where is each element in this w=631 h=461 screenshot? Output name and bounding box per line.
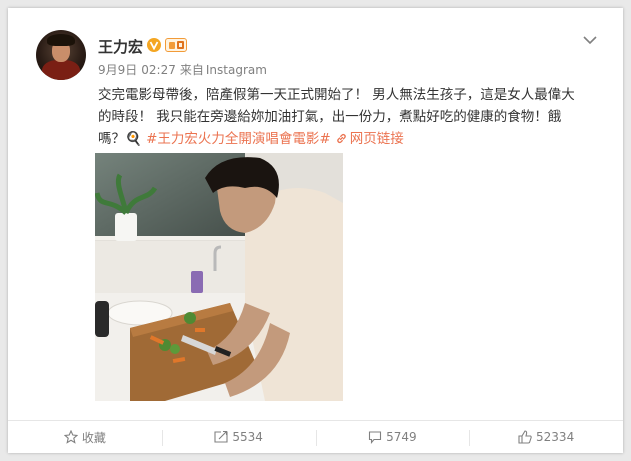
hashtag-link[interactable]: #王力宏火力全開演唱會電影# (146, 131, 331, 147)
source-prefix: 来自 (179, 63, 204, 77)
post-line-3-text: 嗎？🍳 (98, 131, 147, 147)
repost-button[interactable]: 5534 (161, 421, 316, 453)
verified-icon[interactable] (147, 38, 161, 52)
post-line-3: 嗎？🍳 #王力宏火力全開演唱會電影# 网页链接 (98, 128, 608, 150)
post-time[interactable]: 02:27 (141, 63, 176, 77)
favorite-button[interactable]: 收藏 (8, 421, 162, 453)
post-photo[interactable] (95, 153, 343, 401)
link-icon (336, 133, 346, 144)
web-link[interactable]: 网页链接 (350, 131, 404, 147)
vip-icon[interactable] (165, 38, 187, 52)
post-meta: 9月9日 02:27 来自 Instagram (98, 61, 271, 78)
favorite-label: 收藏 (81, 430, 106, 445)
post-text: 交完電影母帶後，陪產假第一天正式開始了！ 男人無法生孩子，這是女人最偉大 的時段… (98, 84, 608, 150)
avatar[interactable] (36, 30, 86, 80)
post-line-1: 交完電影母帶後，陪產假第一天正式開始了！ 男人無法生孩子，這是女人最偉大 (98, 87, 575, 103)
star-icon (63, 430, 78, 444)
like-count: 52334 (536, 430, 575, 444)
comment-icon (369, 431, 382, 444)
chevron-down-icon[interactable] (582, 32, 598, 48)
weibo-post-card: 王力宏 9月9日 02:27 来自 Instagram 交完電影母帶後，陪產假第一天正… (8, 8, 623, 453)
username[interactable]: 王力宏 (98, 36, 143, 57)
post-line-2: 的時段！ 我只能在旁邊給妳加油打氣，出一份力，煮點好吃的健康的食物！餓 (98, 109, 562, 125)
repost-count: 5534 (232, 430, 263, 444)
post-source[interactable]: Instagram (206, 63, 267, 77)
thumbs-up-icon (518, 430, 532, 444)
action-bar: 收藏 5534 5749 52334 (8, 420, 623, 453)
comment-count: 5749 (386, 430, 417, 444)
post-date[interactable]: 9月9日 (98, 63, 137, 77)
repost-icon (214, 430, 228, 443)
like-button[interactable]: 52334 (469, 421, 623, 453)
comment-button[interactable]: 5749 (315, 421, 470, 453)
